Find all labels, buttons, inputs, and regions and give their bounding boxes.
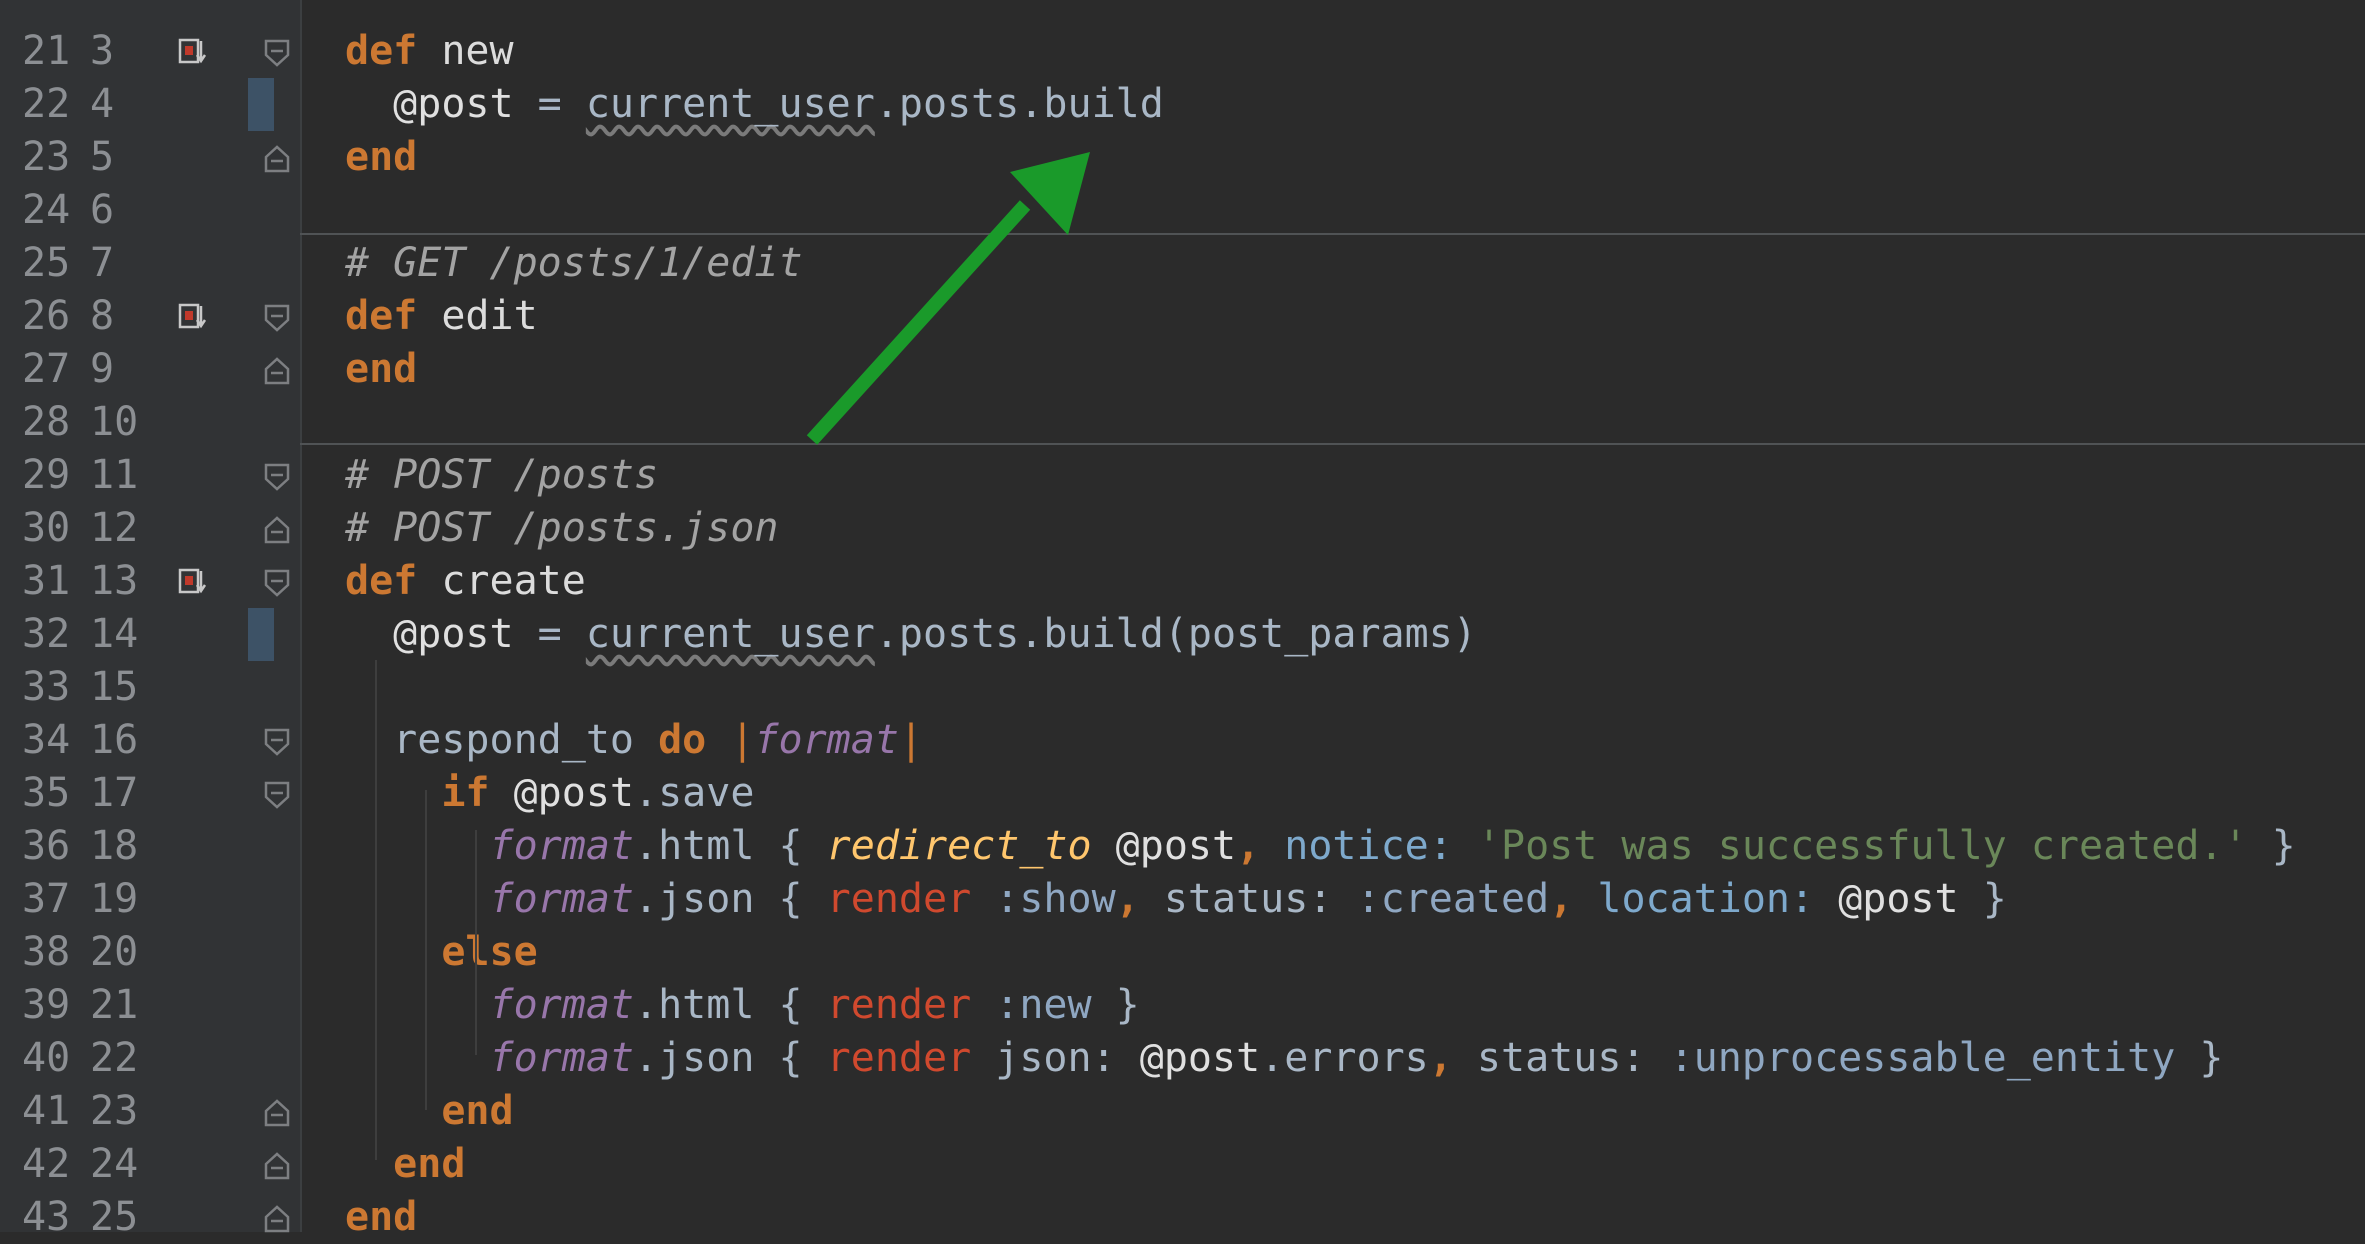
code-editor[interactable]: 21 3 def new 22 4 @post = current_user.posts…	[0, 0, 2365, 1240]
green-arrow-annotation	[806, 152, 1090, 445]
